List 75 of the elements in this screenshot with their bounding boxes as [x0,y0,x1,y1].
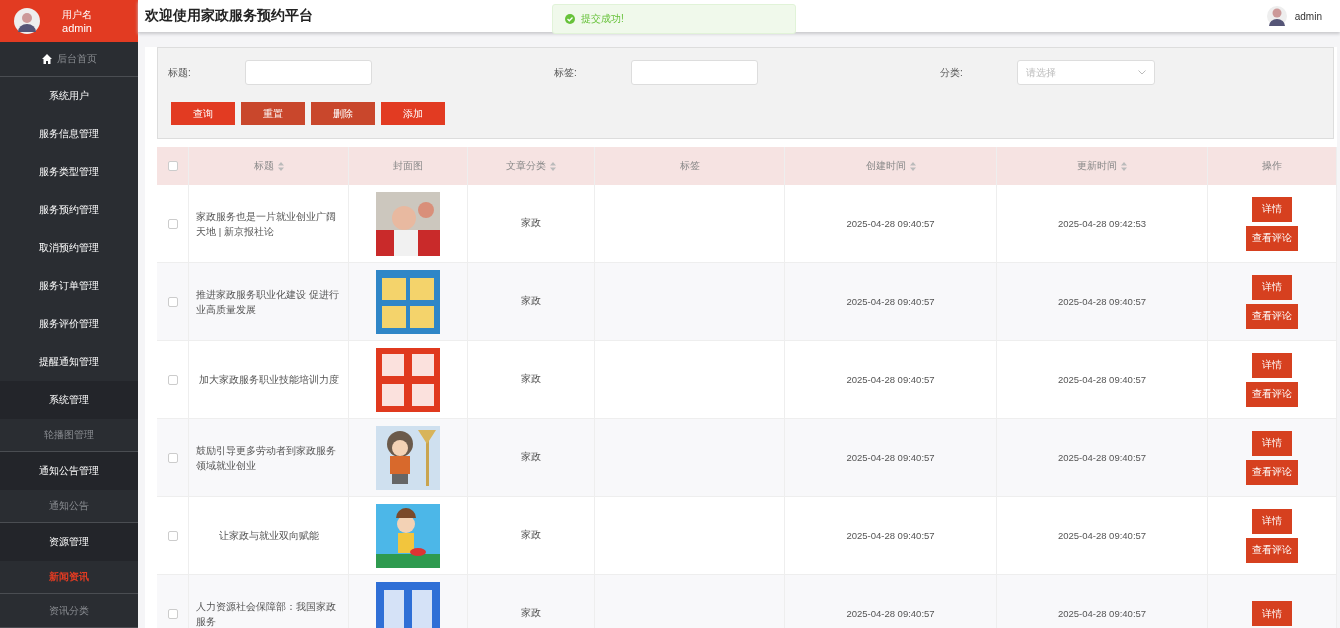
user-name: admin [62,22,92,35]
details-button[interactable]: 详情 [1252,352,1292,378]
table-cell: 2025-04-28 09:40:57 [1057,296,1147,307]
checkbox[interactable] [167,218,178,229]
table-cell: 2025-04-28 09:40:57 [1057,374,1147,385]
comments-button[interactable]: 查看评论 [1246,459,1298,485]
sort-icon [277,161,284,171]
table-cell: 家政 [521,529,541,542]
input-field[interactable] [245,60,372,85]
table-cell: 家政 [521,607,541,620]
table-cell: 2025-04-28 09:40:57 [846,218,935,229]
table-cell-text: 家政服务也是一片就业创业广阔天地 | 新京报社论 [195,209,337,239]
sort-icon [1121,161,1127,171]
column-header: 封面图 [349,147,468,185]
toast-message: 提交成功! [581,12,624,26]
page-title: 欢迎使用家政服务预约平台 [145,7,313,25]
comments-button[interactable]: 查看评论 [1246,303,1298,329]
table-cell: 2025-04-28 09:40:57 [846,452,935,463]
field-label: 标题: [168,65,192,80]
column-header: 操作 [1208,147,1337,185]
action-button[interactable]: 重置 [241,102,305,125]
table-cell: 2025-04-28 09:40:57 [846,296,935,307]
table-cell: 家政 [521,373,541,386]
sidebar-item[interactable]: 系统管理 [0,381,138,419]
comments-button[interactable]: 查看评论 [1246,381,1298,407]
details-button[interactable]: 详情 [1252,196,1292,222]
table-cell-text: 人力资源社会保障部：我国家政服务 [195,599,337,628]
comments-button[interactable]: 查看评论 [1246,537,1298,563]
checkbox[interactable] [167,161,178,171]
table-cell: 家政 [521,217,541,230]
home-icon [41,54,52,65]
sidebar-item[interactable]: 通知公告管理 [0,452,138,490]
table-cell: 2025-04-28 09:40:57 [1057,530,1147,541]
sort-icon [909,161,916,171]
column-header[interactable]: 创建时间 [785,147,997,185]
details-button[interactable]: 详情 [1252,430,1292,456]
column-header[interactable]: 标题 [189,147,349,185]
table-cell: 2025-04-28 09:40:57 [846,608,935,619]
sort-icon [550,161,556,171]
table-cell: 2025-04-28 09:40:57 [846,530,935,541]
table-cell-text: 推进家政服务职业化建设 促进行业高质量发展 [195,287,340,317]
table-cell: 2025-04-28 09:40:57 [846,374,935,385]
input-field[interactable] [631,60,758,85]
action-button[interactable]: 查询 [171,102,235,125]
comments-button[interactable]: 查看评论 [1246,225,1298,251]
column-header[interactable]: 文章分类 [468,147,595,185]
avatar [14,8,40,35]
table-cell: 家政 [521,295,541,308]
table-cell: 2025-04-28 09:40:57 [1057,452,1147,463]
action-button[interactable]: 添加 [381,102,445,125]
checkbox[interactable] [167,530,178,541]
details-button[interactable]: 详情 [1252,508,1292,534]
column-header[interactable]: 更新时间 [997,147,1208,185]
check-circle-icon [565,14,575,24]
table-cell-text: 鼓励引导更多劳动者到家政服务领域就业创业 [195,443,337,473]
field-label: 标签: [554,65,578,80]
table-cell: 2025-04-28 09:42:53 [1057,218,1147,229]
table-cell-text: 加大家政服务职业技能培训力度 [197,373,340,387]
user-label: 用户名 [62,8,92,23]
checkbox[interactable] [167,608,178,619]
checkbox[interactable] [167,452,178,463]
table-cell: 2025-04-28 09:40:57 [1057,608,1147,619]
details-button[interactable]: 详情 [1252,274,1292,300]
avatar[interactable] [1266,5,1287,27]
checkbox[interactable] [167,374,178,385]
checkbox[interactable] [167,296,178,307]
details-button[interactable]: 详情 [1252,601,1292,626]
user-name[interactable]: admin [1294,10,1322,22]
sidebar-item[interactable]: 资源管理 [0,523,138,561]
column-header: 标签 [595,147,785,185]
action-button[interactable]: 删除 [311,102,375,125]
table-cell-text: 让家政与就业双向赋能 [217,529,320,543]
table-cell: 家政 [521,451,541,464]
field-label: 分类: [940,65,964,80]
chevron-down-icon [1138,70,1146,75]
